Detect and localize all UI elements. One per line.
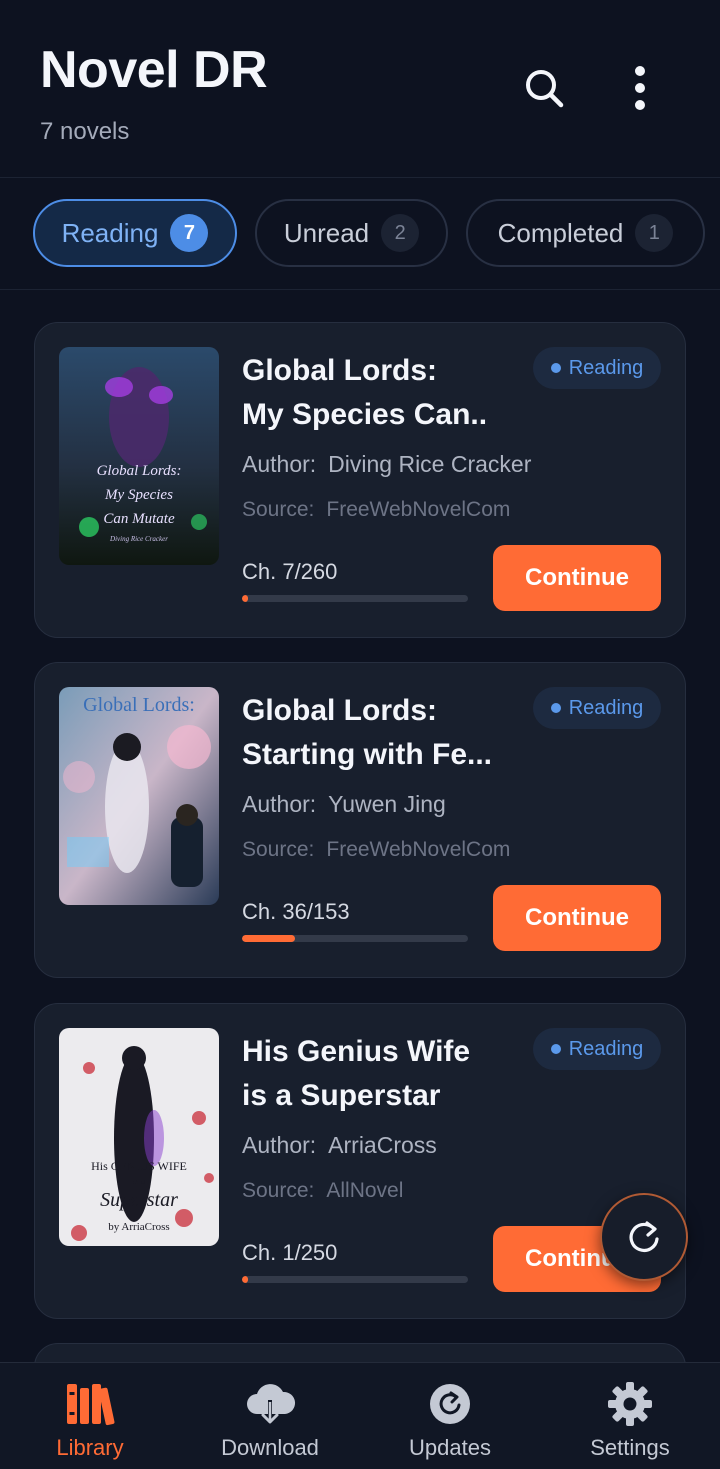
more-vertical-icon [635, 66, 645, 110]
nav-settings[interactable]: Settings [540, 1363, 720, 1469]
continue-button[interactable]: Continue [493, 545, 661, 611]
app-header: Novel DR 7 novels [0, 0, 720, 178]
novel-source: Source: AllNovel [242, 1179, 404, 1202]
novel-title[interactable]: Global Lords: Starting with Fe... [242, 689, 532, 777]
cover-art: His GENIUS WIFE is a Superstar by ArriaC… [59, 1028, 219, 1246]
reading-progress-bar [242, 1276, 468, 1283]
search-button[interactable] [514, 58, 574, 118]
novel-card[interactable]: Global Lords: Global Lords: Starting wit… [34, 662, 686, 978]
novel-author: Author: Diving Rice Cracker [242, 451, 532, 477]
cloud-download-icon [247, 1384, 296, 1424]
svg-text:His GENIUS WIFE: His GENIUS WIFE [91, 1159, 187, 1173]
tab-count-badge: 2 [381, 214, 420, 252]
novel-author: Author: ArriaCross [242, 1132, 437, 1158]
novel-author: Author: Yuwen Jing [242, 791, 446, 817]
status-badge: Reading [533, 687, 661, 729]
novel-source: Source: FreeWebNovelCom [242, 838, 511, 861]
library-icon [67, 1384, 115, 1426]
svg-text:is a: is a [133, 1176, 146, 1186]
chapter-progress-text: Ch. 1/250 [242, 1240, 338, 1265]
nav-label: Library [56, 1435, 124, 1460]
nav-label: Download [221, 1435, 319, 1460]
status-badge: Reading [533, 347, 661, 389]
svg-text:Can Mutate: Can Mutate [103, 511, 175, 527]
status-dot [550, 363, 561, 373]
progress-fill [242, 595, 249, 602]
chapter-progress-text: Ch. 7/260 [242, 559, 338, 584]
book-cover[interactable]: Global Lords: My Species Can Mutate Divi… [59, 347, 219, 565]
novel-card[interactable]: Global Lords: My Species Can Mutate Divi… [34, 322, 686, 638]
tab-completed[interactable]: Completed 1 [466, 199, 705, 267]
nav-library[interactable]: Library [0, 1363, 180, 1469]
updates-icon [430, 1384, 470, 1424]
tab-label: Reading [61, 217, 159, 248]
status-dot [550, 703, 561, 713]
filter-tabs: Reading 7 Unread 2 Completed 1 [0, 178, 720, 290]
nav-download[interactable]: Download [180, 1363, 360, 1469]
chapter-progress-text: Ch. 36/153 [242, 899, 350, 924]
svg-text:by ArriaCross: by ArriaCross [108, 1221, 169, 1233]
svg-text:Superstar: Superstar [100, 1189, 178, 1211]
status-dot [550, 1044, 561, 1054]
nav-updates[interactable]: Updates [360, 1363, 540, 1469]
search-icon [526, 70, 564, 108]
book-cover[interactable]: His GENIUS WIFE is a Superstar by ArriaC… [59, 1028, 219, 1246]
tab-unread[interactable]: Unread 2 [255, 199, 448, 267]
cover-art: Global Lords: [59, 687, 219, 905]
tab-label: Unread [283, 217, 370, 248]
reading-progress-bar [242, 595, 468, 602]
novel-card[interactable]: His GENIUS WIFE is a Superstar by ArriaC… [34, 1003, 686, 1319]
more-options-button[interactable] [610, 58, 670, 118]
tab-reading[interactable]: Reading 7 [33, 199, 237, 267]
svg-text:Global Lords:: Global Lords: [83, 694, 195, 716]
novel-source: Source: FreeWebNovelCom [242, 498, 511, 521]
novel-count: 7 novels [40, 118, 130, 145]
svg-text:Diving Rice Cracker: Diving Rice Cracker [109, 535, 168, 543]
bottom-navigation: Library Download Updates Settings [0, 1362, 720, 1469]
tab-count-badge: 1 [635, 214, 674, 252]
novel-title[interactable]: His Genius Wife is a Superstar [242, 1030, 532, 1118]
app-title: Novel DR [40, 41, 268, 99]
svg-text:My Species: My Species [104, 487, 173, 503]
progress-fill [242, 935, 296, 942]
tab-label: Completed [497, 217, 624, 248]
nav-label: Updates [409, 1435, 491, 1460]
progress-fill [242, 1276, 248, 1283]
svg-text:Global Lords:: Global Lords: [97, 463, 182, 479]
nav-label: Settings [590, 1435, 670, 1460]
refresh-button[interactable] [600, 1193, 688, 1281]
continue-button[interactable]: Continue [493, 885, 661, 951]
tab-count-badge: 7 [170, 214, 209, 252]
novel-title[interactable]: Global Lords: My Species Can.. [242, 349, 532, 437]
reading-progress-bar [242, 935, 468, 942]
book-cover[interactable]: Global Lords: [59, 687, 219, 905]
cover-art: Global Lords: My Species Can Mutate Divi… [59, 347, 219, 565]
gear-icon [608, 1382, 652, 1426]
refresh-icon [629, 1221, 659, 1252]
status-badge: Reading [533, 1028, 661, 1070]
